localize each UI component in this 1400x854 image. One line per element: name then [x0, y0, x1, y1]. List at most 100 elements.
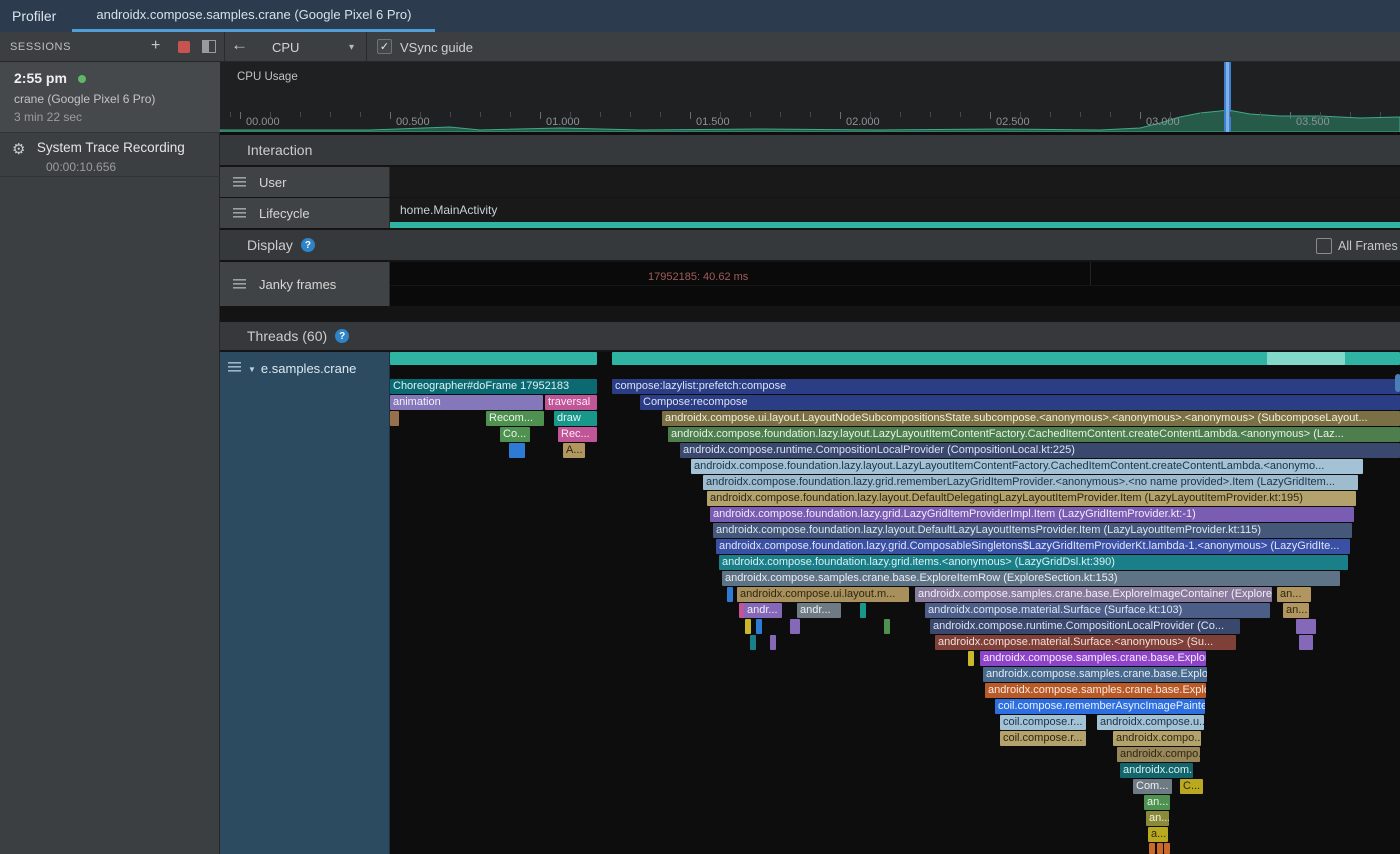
trace-span[interactable]: A...: [563, 443, 585, 458]
trace-span[interactable]: draw: [554, 411, 597, 426]
help-icon[interactable]: ?: [335, 329, 349, 343]
trace-span[interactable]: androidx.compose.foundation.lazy.layout.…: [707, 491, 1356, 506]
trace-span[interactable]: an...: [1277, 587, 1311, 602]
trace-span[interactable]: Rec...: [558, 427, 597, 442]
trace-span[interactable]: [750, 635, 756, 650]
trace-span[interactable]: Recom...: [486, 411, 544, 426]
time-tick-label: 01.000: [546, 116, 580, 128]
session-list-item[interactable]: 2:55 pm crane (Google Pixel 6 Pro) 3 min…: [0, 62, 220, 133]
scrollbar-thumb[interactable]: [1395, 374, 1400, 392]
trace-span[interactable]: androidx.compose.samples.crane.base.Expl…: [915, 587, 1272, 602]
trace-span[interactable]: [1299, 635, 1313, 650]
trace-span[interactable]: [1296, 619, 1316, 634]
sessions-sidebar: 2:55 pm crane (Google Pixel 6 Pro) 3 min…: [0, 62, 220, 854]
trace-span[interactable]: animation: [390, 395, 543, 410]
trace-span[interactable]: androidx.compose.samples.crane.base.Expl…: [985, 683, 1206, 698]
trace-span[interactable]: an...: [1283, 603, 1309, 618]
trace-span[interactable]: androidx.compose.runtime.CompositionLoca…: [930, 619, 1240, 634]
trace-span[interactable]: [1149, 843, 1155, 854]
trace-span[interactable]: [727, 587, 733, 602]
session-duration: 3 min 22 sec: [14, 110, 206, 124]
trace-span[interactable]: andr...: [797, 603, 841, 618]
drag-handle-icon[interactable]: [233, 208, 246, 218]
trace-span[interactable]: androidx.compose.material.Surface (Surfa…: [925, 603, 1270, 618]
trace-span[interactable]: an...: [1146, 811, 1169, 826]
trace-span[interactable]: androidx.compose.u...: [1097, 715, 1204, 730]
all-frames-control: All Frames: [1316, 238, 1398, 254]
trace-span[interactable]: androidx.compose.foundation.lazy.grid.re…: [703, 475, 1358, 490]
trace-span[interactable]: androidx.compose.ui.layout.LayoutNodeSub…: [662, 411, 1400, 426]
janky-frames-content[interactable]: 17952185: 40.62 ms: [390, 262, 1400, 306]
trace-span[interactable]: Compose:recompose: [640, 395, 1400, 410]
trace-span[interactable]: androidx.compose.foundation.lazy.layout.…: [713, 523, 1352, 538]
trace-span[interactable]: [745, 619, 751, 634]
trace-span[interactable]: [1164, 843, 1170, 854]
trace-span[interactable]: androidx.compose.runtime.CompositionLoca…: [680, 443, 1400, 458]
trace-span[interactable]: coil.compose.r...: [1000, 731, 1086, 746]
stop-session-button[interactable]: [178, 41, 190, 53]
help-icon[interactable]: ?: [301, 238, 315, 252]
trace-span[interactable]: androidx.compose.samples.crane.base.Expl…: [983, 667, 1207, 682]
trace-span[interactable]: androidx.compo...: [1113, 731, 1201, 746]
timeline-ruler[interactable]: 00.00000.50001.00001.50002.00002.50003.0…: [220, 112, 1400, 132]
profiler-type-dropdown[interactable]: CPU ▾: [262, 32, 362, 62]
trace-span[interactable]: Co...: [500, 427, 530, 442]
add-session-button[interactable]: +: [151, 38, 160, 54]
trace-span[interactable]: [390, 352, 597, 365]
cpu-usage-label: CPU Usage: [237, 71, 298, 83]
trace-span[interactable]: a...: [1148, 827, 1168, 842]
trace-span[interactable]: [884, 619, 890, 634]
trace-span[interactable]: [860, 603, 866, 618]
trace-span[interactable]: androidx.compose.foundation.lazy.grid.La…: [710, 507, 1354, 522]
lane-divider: [390, 285, 1400, 286]
back-button[interactable]: ←: [231, 37, 248, 53]
trace-span[interactable]: androidx.compose.foundation.lazy.grid.Co…: [716, 539, 1350, 554]
trace-span[interactable]: androidx.compose.ui.layout.m...: [737, 587, 909, 602]
trace-span[interactable]: [756, 619, 762, 634]
trace-span[interactable]: coil.compose.rememberAsyncImagePainter (…: [995, 699, 1205, 714]
lifecycle-track-label[interactable]: Lifecycle: [220, 198, 390, 228]
drag-handle-icon[interactable]: [233, 279, 246, 289]
trace-span[interactable]: Com...: [1133, 779, 1172, 794]
all-frames-checkbox[interactable]: [1316, 238, 1332, 254]
cpu-usage-track[interactable]: CPU Usage 00.00000.50001.00001.50002.000…: [220, 62, 1400, 135]
janky-frame-value[interactable]: 17952185: 40.62 ms: [648, 271, 748, 283]
panel-toggle-icon[interactable]: [202, 40, 216, 53]
trace-span[interactable]: C...: [1180, 779, 1203, 794]
trace-span[interactable]: [1157, 843, 1163, 854]
trace-span[interactable]: [1267, 352, 1345, 365]
trace-span[interactable]: androidx.compose.samples.crane.base.Expl…: [980, 651, 1206, 666]
trace-span[interactable]: [390, 411, 399, 426]
time-tick-label: 03.000: [1146, 116, 1180, 128]
trace-span[interactable]: androidx.com...: [1120, 763, 1193, 778]
trace-span[interactable]: [770, 635, 776, 650]
trace-span[interactable]: androidx.compose.foundation.lazy.layout.…: [691, 459, 1363, 474]
user-track-content[interactable]: [390, 167, 1400, 197]
trace-span[interactable]: androidx.compose.samples.crane.base.Expl…: [722, 571, 1340, 586]
trace-span[interactable]: andr...: [744, 603, 782, 618]
trace-span[interactable]: an...: [1144, 795, 1170, 810]
collapse-arrow-icon[interactable]: ▼: [248, 365, 256, 374]
trace-span[interactable]: androidx.compo...: [1117, 747, 1200, 762]
recording-list-item[interactable]: ⚙ System Trace Recording 00:00:10.656: [0, 133, 220, 177]
trace-span[interactable]: [968, 651, 974, 666]
session-tab[interactable]: androidx.compose.samples.crane (Google P…: [72, 0, 435, 32]
activity-lifetime-bar[interactable]: [390, 222, 1400, 228]
trace-span[interactable]: [790, 619, 800, 634]
janky-frames-label-cell[interactable]: Janky frames: [220, 262, 390, 306]
trace-span[interactable]: androidx.compose.foundation.lazy.layout.…: [668, 427, 1400, 442]
trace-span[interactable]: Choreographer#doFrame 17952183: [390, 379, 597, 394]
trace-span[interactable]: compose:lazylist:prefetch:compose: [612, 379, 1400, 394]
thread-label-cell[interactable]: ▼e.samples.crane: [220, 352, 390, 854]
trace-span[interactable]: traversal: [545, 395, 597, 410]
trace-span[interactable]: androidx.compose.material.Surface.<anony…: [935, 635, 1236, 650]
lifecycle-track-content[interactable]: home.MainActivity: [390, 198, 1400, 228]
vsync-guide-checkbox[interactable]: ✓: [377, 39, 392, 54]
trace-span[interactable]: coil.compose.r...: [1000, 715, 1086, 730]
drag-handle-icon[interactable]: [228, 362, 241, 372]
drag-handle-icon[interactable]: [233, 177, 246, 187]
trace-span[interactable]: androidx.compose.foundation.lazy.grid.it…: [719, 555, 1348, 570]
trace-span[interactable]: [509, 443, 525, 458]
user-track-label[interactable]: User: [220, 167, 390, 197]
user-label: User: [259, 175, 286, 190]
